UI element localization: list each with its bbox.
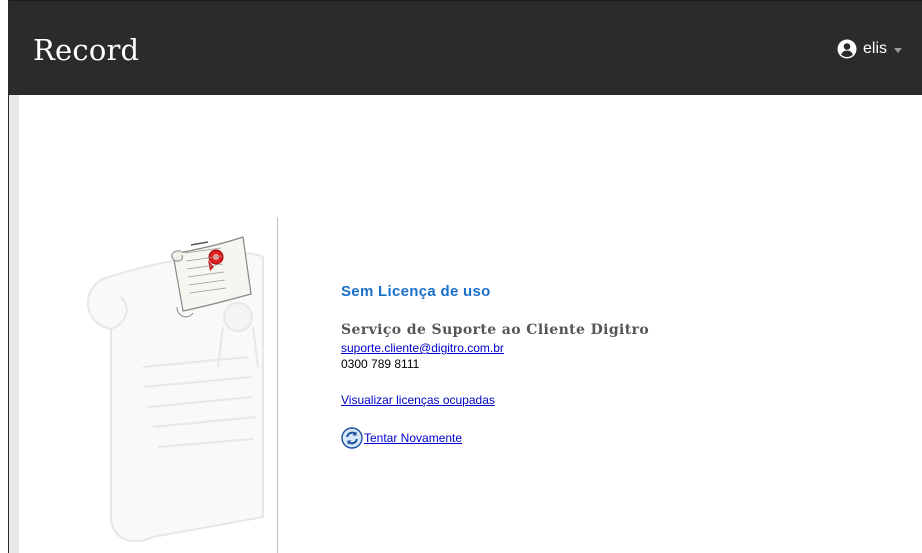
- license-scroll-icon: [86, 236, 264, 543]
- user-circle-icon: [837, 39, 857, 59]
- refresh-icon[interactable]: [341, 427, 363, 449]
- license-info: Sem Licença de uso Serviço de Suporte ao…: [341, 283, 649, 449]
- view-licenses-link[interactable]: Visualizar licenças ocupadas: [341, 393, 649, 407]
- app-brand[interactable]: Record: [33, 33, 139, 67]
- user-name: elis: [862, 40, 887, 57]
- content-panel: Sem Licença de uso Serviço de Suporte ao…: [19, 95, 922, 553]
- top-navbar: Record elis: [9, 0, 922, 95]
- vertical-divider: [277, 217, 278, 553]
- support-phone: 0300 789 8111: [341, 357, 420, 371]
- retry-row[interactable]: Tentar Novamente: [341, 427, 649, 449]
- retry-link[interactable]: Tentar Novamente: [364, 431, 462, 445]
- main-content: Sem Licença de uso Serviço de Suporte ao…: [9, 95, 922, 553]
- chevron-down-icon: [894, 47, 902, 53]
- user-menu[interactable]: elis: [837, 39, 902, 59]
- support-title: Serviço de Suporte ao Cliente Digitro: [341, 322, 650, 338]
- license-title: Sem Licença de uso: [341, 283, 491, 300]
- support-email-link[interactable]: suporte.cliente@digitro.com.br: [341, 341, 649, 355]
